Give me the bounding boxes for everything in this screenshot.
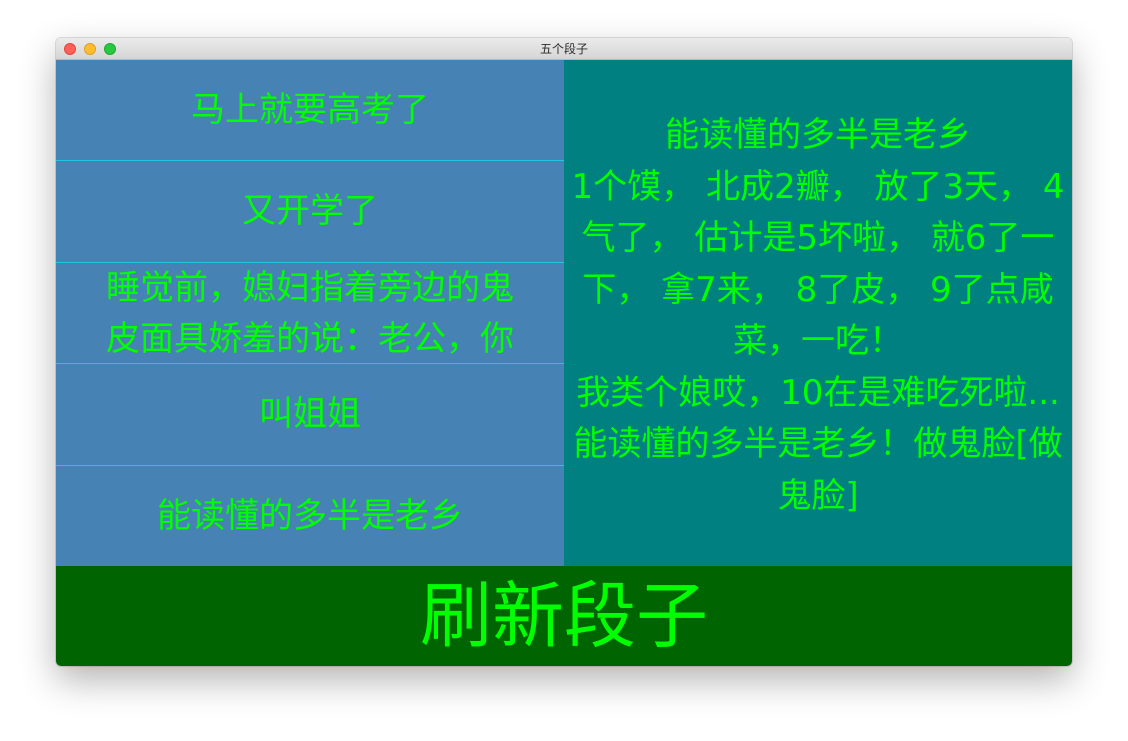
content-area: 马上就要高考了 又开学了 睡觉前，媳妇指着旁边的鬼皮面具娇羞的说：老公，你 叫姐… [56, 60, 1072, 666]
joke-detail-panel: 能读懂的多半是老乡 1个馍， 北成2瓣， 放了3天， 4气了， 估计是5坏啦， … [564, 60, 1072, 566]
joke-list-item-2[interactable]: 又开学了 [56, 161, 564, 262]
joke-list-item-text: 睡觉前，媳妇指着旁边的鬼皮面具娇羞的说：老公，你 [106, 267, 514, 359]
joke-list-item-text: 能读懂的多半是老乡 [157, 496, 463, 536]
joke-detail-text: 能读懂的多半是老乡 1个馍， 北成2瓣， 放了3天， 4气了， 估计是5坏啦， … [571, 115, 1065, 516]
joke-list-item-text: 马上就要高考了 [191, 90, 429, 130]
app-window: 五个段子 马上就要高考了 又开学了 睡觉前，媳妇指着旁边的鬼皮面具娇羞的说：老公… [56, 38, 1072, 666]
joke-list-item-4[interactable]: 叫姐姐 [56, 364, 564, 465]
joke-list-item-5[interactable]: 能读懂的多半是老乡 [56, 466, 564, 567]
joke-list-item-1[interactable]: 马上就要高考了 [56, 60, 564, 161]
window-title: 五个段子 [539, 42, 588, 56]
joke-list-item-text: 又开学了 [242, 191, 378, 231]
joke-list-item-3[interactable]: 睡觉前，媳妇指着旁边的鬼皮面具娇羞的说：老公，你 [56, 263, 564, 364]
title-bar[interactable]: 五个段子 [56, 38, 1072, 60]
joke-list: 马上就要高考了 又开学了 睡觉前，媳妇指着旁边的鬼皮面具娇羞的说：老公，你 叫姐… [56, 60, 564, 566]
refresh-jokes-button[interactable]: 刷新段子 [56, 566, 1072, 666]
joke-list-item-text: 叫姐姐 [259, 394, 361, 434]
